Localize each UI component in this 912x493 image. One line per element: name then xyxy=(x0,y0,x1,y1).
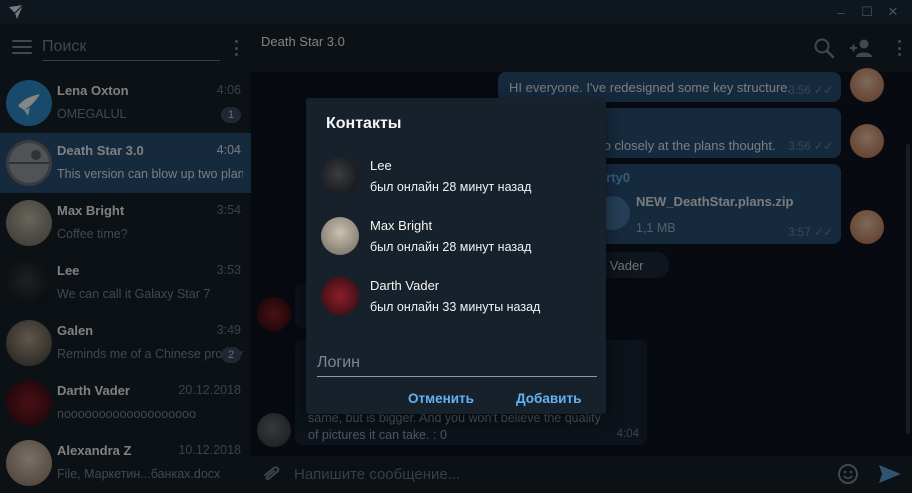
contact-status: был онлайн 33 минуты назад xyxy=(370,300,541,314)
contact-name: Darth Vader xyxy=(370,278,440,293)
dialog-title: Контакты xyxy=(326,115,402,132)
contact-status: был онлайн 28 минут назад xyxy=(370,180,532,194)
avatar xyxy=(321,157,359,195)
contact-status: был онлайн 28 минут назад xyxy=(370,240,532,254)
contact-name: Lee xyxy=(370,158,392,173)
cancel-button[interactable]: Отменить xyxy=(408,391,474,406)
contact-item-max-bright[interactable]: Max Bright был онлайн 28 минут назад xyxy=(306,207,606,267)
avatar xyxy=(321,217,359,255)
contacts-dialog: Контакты Lee был онлайн 28 минут назад M… xyxy=(306,98,606,414)
add-button[interactable]: Добавить xyxy=(516,391,581,406)
contact-item-lee[interactable]: Lee был онлайн 28 минут назад xyxy=(306,147,606,207)
contact-item-darth-vader[interactable]: Darth Vader был онлайн 33 минуты назад xyxy=(306,267,606,327)
avatar xyxy=(321,277,359,315)
contact-name: Max Bright xyxy=(370,218,433,233)
login-input[interactable]: Логин xyxy=(317,352,597,377)
